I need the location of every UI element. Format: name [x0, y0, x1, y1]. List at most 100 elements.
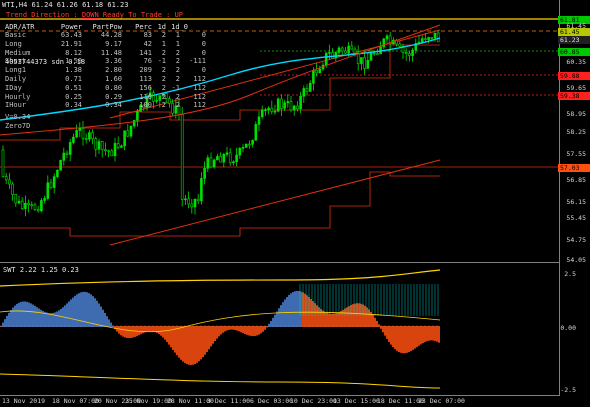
- histogram-bar: [422, 326, 424, 344]
- histogram-bar: [154, 326, 156, 333]
- y-axis-divider: [559, 0, 560, 396]
- histogram-bar: [306, 295, 308, 327]
- candle-body: [344, 50, 347, 54]
- candle-body: [324, 52, 328, 66]
- histogram-bar: [396, 326, 398, 351]
- histogram-bar: [366, 307, 368, 327]
- table-cell: IDay: [5, 83, 22, 92]
- histogram-bar: [128, 326, 130, 339]
- candle-body: [350, 45, 354, 50]
- candle-body: [427, 37, 430, 40]
- y-tick-label: 56.15: [566, 198, 586, 206]
- candle-body: [353, 48, 357, 54]
- table-cell: 8.12: [65, 48, 82, 57]
- table-cell: 2: [175, 92, 180, 101]
- table-cell: 2: [161, 101, 166, 110]
- swt-indicator-panel[interactable]: [0, 264, 560, 394]
- x-tick-label: 25 Nov 19:00: [125, 397, 172, 405]
- price-tag: 60.85: [558, 48, 590, 56]
- histogram-bar: [192, 326, 194, 365]
- histogram-bar: [252, 326, 254, 337]
- histogram-bar: [18, 302, 20, 327]
- table-cell: 21.91: [60, 39, 82, 48]
- histogram-bar: [278, 308, 280, 327]
- y-tick-label: 61.45: [566, 22, 586, 30]
- histogram-bar: [140, 326, 142, 335]
- histogram-bar: [298, 290, 300, 327]
- lower-band-line: [0, 373, 441, 389]
- histogram-bar: [196, 326, 198, 363]
- x-axis-divider: [0, 395, 560, 396]
- histogram-bar: [70, 299, 72, 327]
- histogram-bar: [170, 326, 172, 348]
- table-cell: 0.34: [65, 101, 82, 110]
- table-row: Long 21.91 9.17 42 1 1 0: [5, 40, 206, 48]
- main-panel-border: [0, 262, 560, 263]
- table-cell: 156: [139, 83, 152, 92]
- histogram-bar: [418, 326, 420, 346]
- candle-body: [11, 183, 14, 195]
- histogram-bar: [80, 292, 82, 327]
- candle-body: [1, 149, 5, 177]
- chart-window: WTI,H4 61.24 61.26 61.18 61.23 Trend Dir…: [0, 0, 590, 407]
- candle-body: [251, 140, 254, 145]
- histogram-bar: [386, 326, 388, 339]
- table-cell: 0.51: [65, 83, 82, 92]
- histogram-bar: [296, 290, 298, 327]
- candle-body: [254, 124, 258, 141]
- histogram-bar: [204, 326, 206, 355]
- histogram-bar: [284, 299, 286, 327]
- candle-body: [59, 160, 62, 171]
- histogram-bar: [44, 311, 46, 327]
- candle-body: [180, 114, 184, 200]
- x-tick-label: 6 Dec 03:00: [250, 397, 294, 405]
- histogram-bar: [256, 326, 258, 336]
- table-cell: -111: [189, 57, 206, 66]
- histogram-bar: [360, 303, 362, 327]
- histogram-bar: [200, 326, 202, 360]
- candle-body: [270, 107, 274, 112]
- histogram-bar: [236, 326, 238, 331]
- histogram-bar: [232, 326, 234, 330]
- y-tick-label: 58.95: [566, 110, 586, 118]
- histogram-bar: [212, 326, 214, 344]
- candle-body: [20, 200, 24, 209]
- histogram-bar: [124, 326, 126, 338]
- histogram-bar: [294, 291, 296, 327]
- candle-body: [116, 143, 120, 148]
- histogram-bar: [336, 312, 338, 327]
- histogram-bar: [146, 326, 148, 332]
- histogram-bar: [424, 326, 426, 343]
- candle-body: [72, 136, 75, 143]
- table-cell: 2: [175, 66, 180, 75]
- histogram-bar: [246, 326, 248, 335]
- candle-body: [94, 138, 98, 150]
- histogram-bar: [28, 302, 30, 327]
- candle-body: [36, 209, 40, 212]
- histogram-bar: [382, 326, 384, 333]
- histogram-bar: [388, 326, 390, 342]
- sub-y-tick-label: 2.5: [564, 270, 576, 278]
- table-row: IHour 0.34 0.34 100 2 2 112: [5, 101, 206, 109]
- candle-body: [376, 53, 379, 55]
- histogram-bar: [276, 311, 278, 327]
- histogram-bar: [346, 307, 348, 327]
- trendline-lower: [109, 159, 441, 246]
- histogram-bar: [436, 326, 438, 342]
- histogram-bar: [400, 326, 402, 353]
- ready-value: UP: [174, 11, 184, 19]
- histogram-bar: [56, 311, 58, 327]
- histogram-bar: [244, 326, 246, 335]
- candle-body: [104, 149, 107, 152]
- histogram-bar: [230, 326, 232, 330]
- histogram-bar: [220, 326, 222, 335]
- histogram-bar: [228, 326, 230, 330]
- histogram-bar: [398, 326, 400, 353]
- histogram-bar: [242, 326, 244, 334]
- table-cell: Long1: [5, 66, 27, 75]
- trend-value: DOWN: [81, 11, 99, 19]
- histogram-bar: [194, 326, 196, 364]
- histogram-bar: [164, 326, 166, 340]
- histogram-bar: [198, 326, 200, 362]
- candle-body: [8, 179, 11, 185]
